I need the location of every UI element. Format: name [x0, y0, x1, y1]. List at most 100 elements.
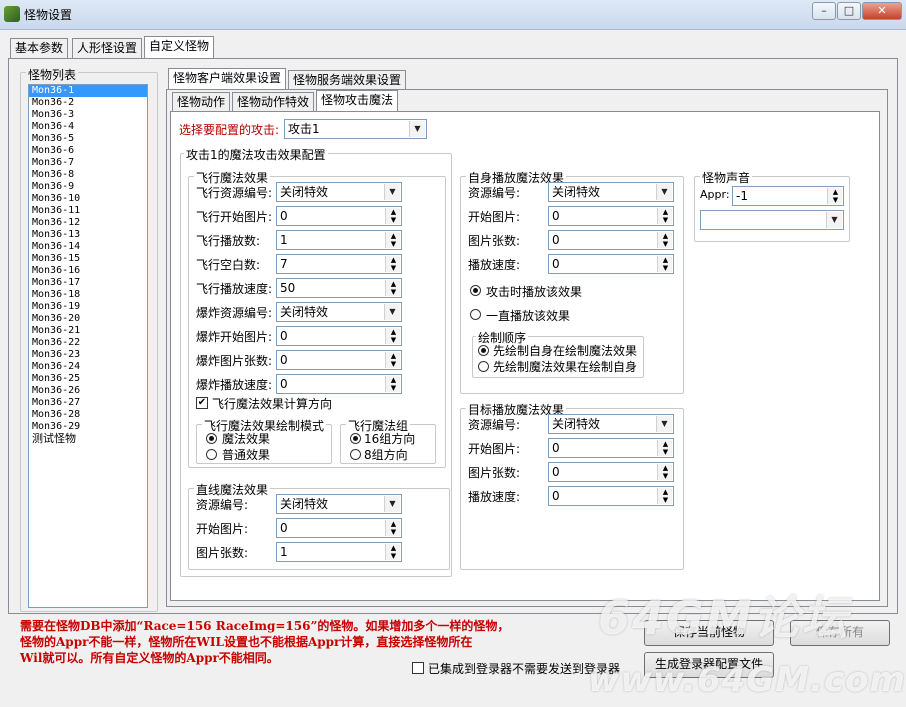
field-value: 0	[280, 377, 288, 391]
number-spinner[interactable]: 0 ▲ ▼	[548, 462, 674, 482]
spinner-arrows-icon[interactable]: ▲ ▼	[385, 352, 400, 368]
spinner-arrows-icon[interactable]: ▲ ▼	[385, 376, 400, 392]
spinner-arrows-icon[interactable]: ▲ ▼	[657, 208, 672, 224]
monster-list-item[interactable]: Mon36-7	[29, 157, 147, 169]
monster-list-item[interactable]: Mon36-10	[29, 193, 147, 205]
integrated-checkbox[interactable]	[412, 662, 424, 674]
number-spinner[interactable]: 0 ▲ ▼	[548, 254, 674, 274]
calc-direction-checkbox[interactable]: ✔	[196, 397, 208, 409]
group-8-radio[interactable]	[350, 449, 361, 460]
resource-select[interactable]: 关闭特效 ▼	[548, 414, 674, 434]
tab-basic-params[interactable]: 基本参数	[10, 38, 69, 58]
monster-list-item[interactable]: 测试怪物	[29, 433, 147, 445]
minimize-button[interactable]: –	[812, 2, 836, 20]
spinner-arrows-icon[interactable]: ▲ ▼	[385, 232, 400, 248]
resource-select[interactable]: 关闭特效 ▼	[276, 182, 402, 202]
spinner-arrows-icon[interactable]: ▲ ▼	[385, 208, 400, 224]
monster-list-item[interactable]: Mon36-6	[29, 145, 147, 157]
monster-list-item[interactable]: Mon36-21	[29, 325, 147, 337]
tab-humanoid-monster[interactable]: 人形怪设置	[72, 38, 143, 58]
monster-list-item[interactable]: Mon36-23	[29, 349, 147, 361]
spinner-arrows-icon[interactable]: ▲ ▼	[385, 544, 400, 560]
spinner-arrows-icon[interactable]: ▲ ▼	[385, 280, 400, 296]
monster-list-item[interactable]: Mon36-26	[29, 385, 147, 397]
draw-self-first-radio[interactable]	[478, 345, 489, 356]
number-spinner[interactable]: 0 ▲ ▼	[548, 230, 674, 250]
maximize-button[interactable]: □	[837, 2, 861, 20]
number-spinner[interactable]: 0 ▲ ▼	[276, 518, 402, 538]
number-spinner[interactable]: 0 ▲ ▼	[548, 486, 674, 506]
close-button[interactable]: ✕	[862, 2, 902, 20]
monster-list-item[interactable]: Mon36-3	[29, 109, 147, 121]
monster-list-item[interactable]: Mon36-15	[29, 253, 147, 265]
number-spinner[interactable]: 1 ▲ ▼	[276, 230, 402, 250]
play-on-attack-label: 攻击时播放该效果	[486, 285, 583, 299]
monster-list-item[interactable]: Mon36-27	[29, 397, 147, 409]
number-spinner[interactable]: 0 ▲ ▼	[276, 326, 402, 346]
tab-monster-action[interactable]: 怪物动作	[172, 92, 231, 112]
number-spinner[interactable]: 0 ▲ ▼	[548, 206, 674, 226]
monster-list[interactable]: Mon36-1 Mon36-2 Mon36-3 Mon36-4 Mon36-5 Mon36…	[28, 84, 148, 608]
monster-list-item[interactable]: Mon36-8	[29, 169, 147, 181]
appr-input[interactable]: -1 ▲ ▼	[732, 186, 844, 206]
tab-server-effects[interactable]: 怪物服务端效果设置	[288, 70, 407, 90]
spinner-arrows-icon[interactable]: ▲ ▼	[385, 256, 400, 272]
tab-client-effects[interactable]: 怪物客户端效果设置	[168, 68, 287, 90]
monster-list-item[interactable]: Mon36-1	[29, 85, 147, 97]
attack-select[interactable]: 攻击1 ▼	[284, 119, 427, 139]
appr-value: -1	[736, 189, 748, 203]
monster-list-item[interactable]: Mon36-2	[29, 97, 147, 109]
monster-list-item[interactable]: Mon36-25	[29, 373, 147, 385]
number-spinner[interactable]: 1 ▲ ▼	[276, 542, 402, 562]
monster-list-item[interactable]: Mon36-14	[29, 241, 147, 253]
field-label: 飞行播放速度:	[196, 282, 273, 296]
monster-list-item[interactable]: Mon36-22	[29, 337, 147, 349]
spinner-arrows-icon[interactable]: ▲ ▼	[657, 256, 672, 272]
monster-list-item[interactable]: Mon36-19	[29, 301, 147, 313]
tab-custom-monster[interactable]: 自定义怪物	[144, 36, 215, 58]
window-title: 怪物设置	[24, 8, 73, 22]
tab-action-effects[interactable]: 怪物动作特效	[232, 92, 315, 112]
monster-list-item[interactable]: Mon36-17	[29, 277, 147, 289]
spinner-arrows-icon[interactable]: ▲ ▼	[657, 440, 672, 456]
number-spinner[interactable]: 7 ▲ ▼	[276, 254, 402, 274]
number-spinner[interactable]: 0 ▲ ▼	[548, 438, 674, 458]
play-on-attack-radio[interactable]	[470, 285, 481, 296]
group-16-radio[interactable]	[350, 433, 361, 444]
draw-mode-magic-radio[interactable]	[206, 433, 217, 444]
monster-list-item[interactable]: Mon36-20	[29, 313, 147, 325]
resource-select[interactable]: 关闭特效 ▼	[276, 494, 402, 514]
field-value: 关闭特效	[552, 417, 601, 431]
draw-mode-normal-radio[interactable]	[206, 449, 217, 460]
field-value: 关闭特效	[280, 497, 329, 511]
spinner-arrows-icon[interactable]: ▲ ▼	[657, 464, 672, 480]
number-spinner[interactable]: 0 ▲ ▼	[276, 374, 402, 394]
field-value: 0	[552, 441, 560, 455]
play-always-radio[interactable]	[470, 309, 481, 320]
sound-select[interactable]: ▼	[700, 210, 844, 230]
monster-list-item[interactable]: Mon36-18	[29, 289, 147, 301]
appr-spinner[interactable]: ▲ ▼	[827, 188, 842, 204]
resource-select[interactable]: 关闭特效 ▼	[548, 182, 674, 202]
monster-list-item[interactable]: Mon36-28	[29, 409, 147, 421]
spinner-arrows-icon[interactable]: ▲ ▼	[657, 232, 672, 248]
monster-list-item[interactable]: Mon36-4	[29, 121, 147, 133]
spinner-arrows-icon[interactable]: ▲ ▼	[385, 328, 400, 344]
monster-list-item[interactable]: Mon36-12	[29, 217, 147, 229]
field-label: 飞行空白数:	[196, 258, 261, 272]
number-spinner[interactable]: 0 ▲ ▼	[276, 350, 402, 370]
spinner-arrows-icon[interactable]: ▲ ▼	[657, 488, 672, 504]
field-value: 0	[552, 233, 560, 247]
monster-list-item[interactable]: Mon36-9	[29, 181, 147, 193]
spinner-arrows-icon[interactable]: ▲ ▼	[385, 520, 400, 536]
monster-list-item[interactable]: Mon36-5	[29, 133, 147, 145]
draw-magic-first-radio[interactable]	[478, 361, 489, 372]
monster-list-item[interactable]: Mon36-11	[29, 205, 147, 217]
monster-list-item[interactable]: Mon36-13	[29, 229, 147, 241]
number-spinner[interactable]: 50 ▲ ▼	[276, 278, 402, 298]
number-spinner[interactable]: 0 ▲ ▼	[276, 206, 402, 226]
resource-select[interactable]: 关闭特效 ▼	[276, 302, 402, 322]
tab-attack-magic[interactable]: 怪物攻击魔法	[316, 90, 399, 112]
monster-list-item[interactable]: Mon36-16	[29, 265, 147, 277]
monster-list-item[interactable]: Mon36-24	[29, 361, 147, 373]
